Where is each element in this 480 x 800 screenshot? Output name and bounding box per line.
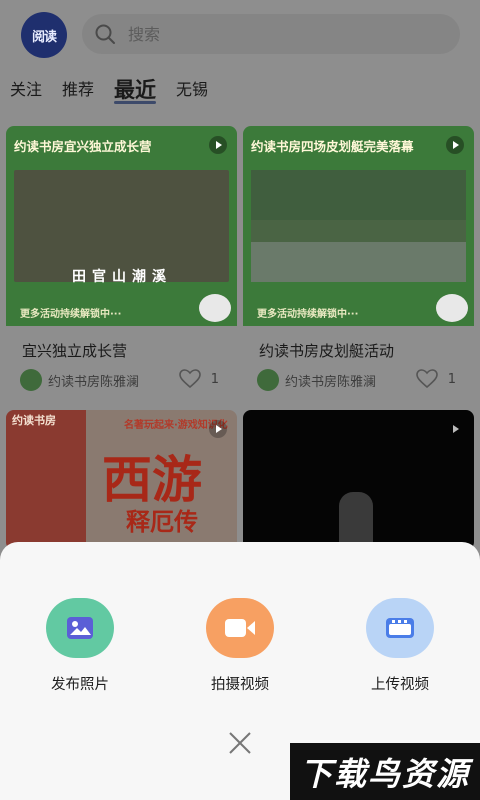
author-name: 约读书房陈雅澜 — [285, 374, 377, 390]
cover-footer: 更多活动持续解锁中··· — [20, 309, 122, 320]
search-icon — [95, 24, 115, 44]
post-title: 宜兴独立成长营 — [22, 342, 128, 360]
tab-recent[interactable]: 最近 — [114, 78, 157, 104]
publish-photo-button[interactable]: 发布照片 — [30, 598, 130, 694]
record-video-button[interactable]: 拍摄视频 — [190, 598, 290, 694]
cover-title: 约读书房宜兴独立成长营 — [14, 139, 152, 154]
play-icon — [209, 136, 227, 154]
post-card[interactable]: 约读书房宜兴独立成长营 田官山潮溪 更多活动持续解锁中··· 宜兴独立成长营 约… — [6, 126, 237, 404]
post-title: 约读书房皮划艇活动 — [259, 342, 395, 360]
post-card[interactable]: 约读书房 名著玩起来·游戏知识化 西游 释厄传 — [6, 410, 237, 550]
post-author[interactable]: 约读书房陈雅澜 — [257, 369, 376, 391]
post-author[interactable]: 约读书房陈雅澜 — [20, 369, 139, 391]
upload-video-button[interactable]: 上传视频 — [350, 598, 450, 694]
play-icon — [453, 425, 459, 433]
publish-photo-label: 发布照片 — [51, 677, 109, 693]
record-video-circle — [206, 598, 274, 658]
app-logo[interactable]: 阅读 — [21, 12, 67, 58]
avatar — [257, 369, 279, 391]
cover-caption: 田官山潮溪 — [72, 269, 172, 285]
tab-wuxi[interactable]: 无锡 — [176, 78, 208, 102]
play-icon — [446, 136, 464, 154]
record-video-label: 拍摄视频 — [211, 677, 269, 693]
cover-tag: 约读书房 — [12, 414, 56, 427]
cover-photo — [251, 170, 466, 282]
top-bar: 阅读 — [0, 0, 480, 70]
close-icon[interactable] — [225, 728, 255, 758]
publish-photo-circle — [46, 598, 114, 658]
upload-video-circle — [366, 598, 434, 658]
search-input[interactable] — [126, 23, 430, 45]
cover-photo: 田官山潮溪 — [14, 170, 229, 285]
like-count: 1 — [447, 371, 456, 387]
post-cover: 约读书房四场皮划艇完美落幕 更多活动持续解锁中··· — [243, 126, 474, 326]
cover-footer: 更多活动持续解锁中··· — [257, 309, 359, 320]
panda-sticker — [199, 294, 231, 322]
video-camera-icon — [225, 619, 255, 637]
cover-art — [6, 410, 86, 550]
like-button[interactable]: 1 — [178, 369, 219, 389]
cover-subtitle: 释厄传 — [126, 507, 198, 536]
post-card[interactable] — [243, 410, 474, 550]
author-name: 约读书房陈雅澜 — [48, 374, 140, 390]
like-count: 1 — [210, 371, 219, 387]
feed-tabs: 关注 推荐 最近 无锡 — [10, 78, 208, 104]
panda-sticker — [436, 294, 468, 322]
search-bar[interactable] — [82, 14, 460, 54]
upload-video-icon — [386, 618, 414, 638]
watermark: 下载鸟资源 — [290, 743, 480, 800]
play-icon — [209, 420, 227, 438]
avatar — [20, 369, 42, 391]
tab-follow[interactable]: 关注 — [10, 78, 42, 102]
upload-video-label: 上传视频 — [371, 677, 429, 693]
cover-title: 约读书房四场皮划艇完美落幕 — [251, 139, 414, 154]
post-cover: 约读书房宜兴独立成长营 田官山潮溪 更多活动持续解锁中··· — [6, 126, 237, 326]
image-icon — [67, 617, 93, 639]
like-button[interactable]: 1 — [415, 369, 456, 389]
post-card[interactable]: 约读书房四场皮划艇完美落幕 更多活动持续解锁中··· 约读书房皮划艇活动 约读书… — [243, 126, 474, 404]
heart-icon — [415, 369, 438, 389]
tab-recommend[interactable]: 推荐 — [62, 78, 94, 102]
heart-icon — [178, 369, 201, 389]
